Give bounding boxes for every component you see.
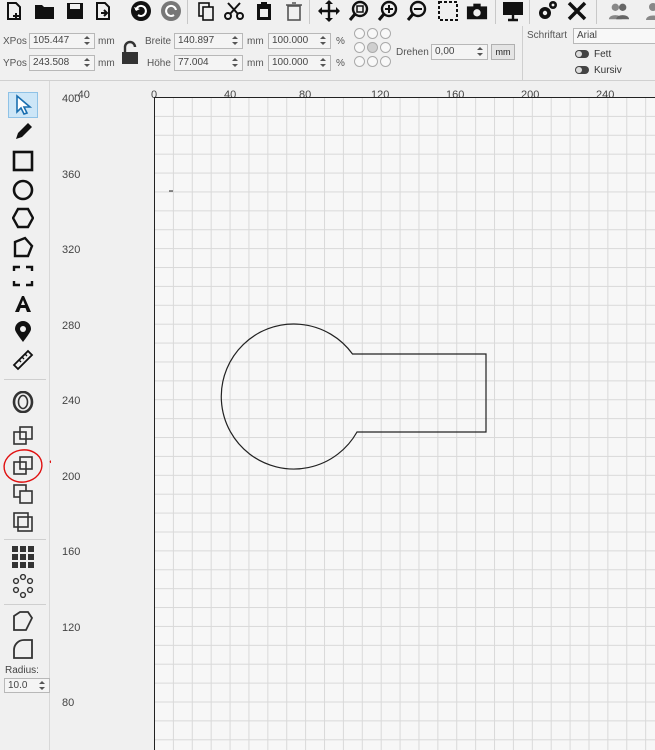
exclude-tool-icon[interactable] xyxy=(8,509,38,535)
property-bar: XPos 105.447 mm YPos 243.508 mm Breite 1… xyxy=(0,26,655,81)
keyhole-shape[interactable] xyxy=(220,323,487,470)
anchor-bottom[interactable] xyxy=(367,56,378,67)
main-toolbar xyxy=(0,0,655,26)
anchor-right[interactable] xyxy=(380,42,391,53)
anchor-top[interactable] xyxy=(367,28,378,39)
new-file-icon[interactable] xyxy=(3,0,25,22)
rectangle-tool-icon[interactable] xyxy=(8,148,38,174)
monitor-icon[interactable] xyxy=(502,0,524,22)
drawing-canvas[interactable] xyxy=(154,97,655,750)
text-tool-icon[interactable] xyxy=(8,291,38,317)
array-tool-icon[interactable] xyxy=(8,544,38,570)
v-tick: 360 xyxy=(62,169,81,181)
scale-x-percent: % xyxy=(336,36,345,47)
paste-icon[interactable] xyxy=(253,0,275,22)
v-tick: 200 xyxy=(62,471,81,483)
pen-tool-icon[interactable] xyxy=(8,119,38,145)
delete-icon[interactable] xyxy=(283,0,305,22)
v-tick: 280 xyxy=(62,320,81,332)
corner-tool-icon[interactable] xyxy=(8,608,38,634)
save-icon[interactable] xyxy=(64,0,86,22)
redo-icon[interactable] xyxy=(160,0,182,22)
v-tick: 80 xyxy=(62,697,75,709)
scale-y-field[interactable]: 100.000 xyxy=(268,55,331,71)
measure-tool-icon[interactable] xyxy=(8,347,38,373)
polygon-tool-icon[interactable] xyxy=(8,205,38,231)
settings-icon[interactable] xyxy=(536,0,558,22)
camera-icon[interactable] xyxy=(466,0,488,22)
ypos-label: YPos xyxy=(3,58,27,69)
select-tool[interactable] xyxy=(8,92,38,118)
open-folder-icon[interactable] xyxy=(34,0,56,22)
move-icon[interactable] xyxy=(318,0,340,22)
ypos-field[interactable]: 243.508 xyxy=(29,55,95,71)
font-select[interactable]: Arial xyxy=(573,28,655,44)
italic-label: Kursiv xyxy=(594,65,622,76)
lock-ratio-icon[interactable] xyxy=(119,40,141,66)
undo-icon[interactable] xyxy=(130,0,152,22)
zoom-in-icon[interactable] xyxy=(377,0,399,22)
tool-panel: Radius: 10.0 xyxy=(0,81,50,750)
anchor-center[interactable] xyxy=(367,42,378,53)
width-label: Breite xyxy=(145,36,172,47)
v-tick: 120 xyxy=(62,622,81,634)
rotate-unit-button[interactable]: mm xyxy=(491,44,515,60)
select-frame-icon[interactable] xyxy=(437,0,459,22)
radius-label: Radius: xyxy=(5,665,39,676)
horizontal-ruler: -40 0 40 80 120 160 200 240 xyxy=(74,81,655,101)
rotate-field[interactable]: 0,00 xyxy=(431,44,488,60)
position-tool-icon[interactable] xyxy=(8,319,38,345)
scale-y-percent: % xyxy=(336,58,345,69)
bold-label: Fett xyxy=(594,49,612,60)
ellipse-tool-icon[interactable] xyxy=(8,177,38,203)
vertical-ruler: 400 360 320 280 240 200 160 120 80 xyxy=(51,81,154,750)
cut-icon[interactable] xyxy=(223,0,245,22)
users-icon[interactable] xyxy=(608,0,630,22)
copy-icon[interactable] xyxy=(195,0,217,22)
zoom-out-icon[interactable] xyxy=(406,0,428,22)
height-unit: mm xyxy=(247,58,264,69)
zoom-fit-icon[interactable] xyxy=(348,0,370,22)
anchor-left[interactable] xyxy=(354,42,365,53)
fillet-tool-icon[interactable] xyxy=(8,636,38,662)
width-field[interactable]: 140.897 xyxy=(174,33,243,49)
export-icon[interactable] xyxy=(92,0,114,22)
xpos-field[interactable]: 105.447 xyxy=(29,33,95,49)
offset-tool-icon[interactable] xyxy=(8,389,38,415)
anchor-bottom-right[interactable] xyxy=(380,56,391,67)
scale-x-field[interactable]: 100.000 xyxy=(268,33,331,49)
height-field[interactable]: 77.004 xyxy=(174,55,243,71)
circular-array-tool-icon[interactable] xyxy=(8,573,38,599)
radius-field[interactable]: 10.0 xyxy=(4,678,50,693)
h-tick: -40 xyxy=(74,89,90,101)
v-tick: 160 xyxy=(62,546,81,558)
xpos-unit: mm xyxy=(98,36,115,47)
anchor-top-right[interactable] xyxy=(380,28,391,39)
anchor-top-left[interactable] xyxy=(354,28,365,39)
v-tick: 320 xyxy=(62,244,81,256)
ypos-unit: mm xyxy=(98,58,115,69)
frame-tool-icon[interactable] xyxy=(8,263,38,289)
font-label: Schriftart xyxy=(527,30,568,41)
italic-toggle[interactable] xyxy=(575,66,589,74)
user-icon[interactable] xyxy=(640,0,655,22)
v-tick: 240 xyxy=(62,395,81,407)
xpos-label: XPos xyxy=(3,36,27,47)
rotate-label: Drehen xyxy=(396,47,429,58)
canvas-drawing xyxy=(169,190,487,470)
width-unit: mm xyxy=(247,36,264,47)
height-label: Höhe xyxy=(147,58,171,69)
bold-toggle[interactable] xyxy=(575,50,589,58)
pentagon-tool-icon[interactable] xyxy=(8,234,38,260)
anchor-bottom-left[interactable] xyxy=(354,56,365,67)
tools-icon[interactable] xyxy=(566,0,588,22)
